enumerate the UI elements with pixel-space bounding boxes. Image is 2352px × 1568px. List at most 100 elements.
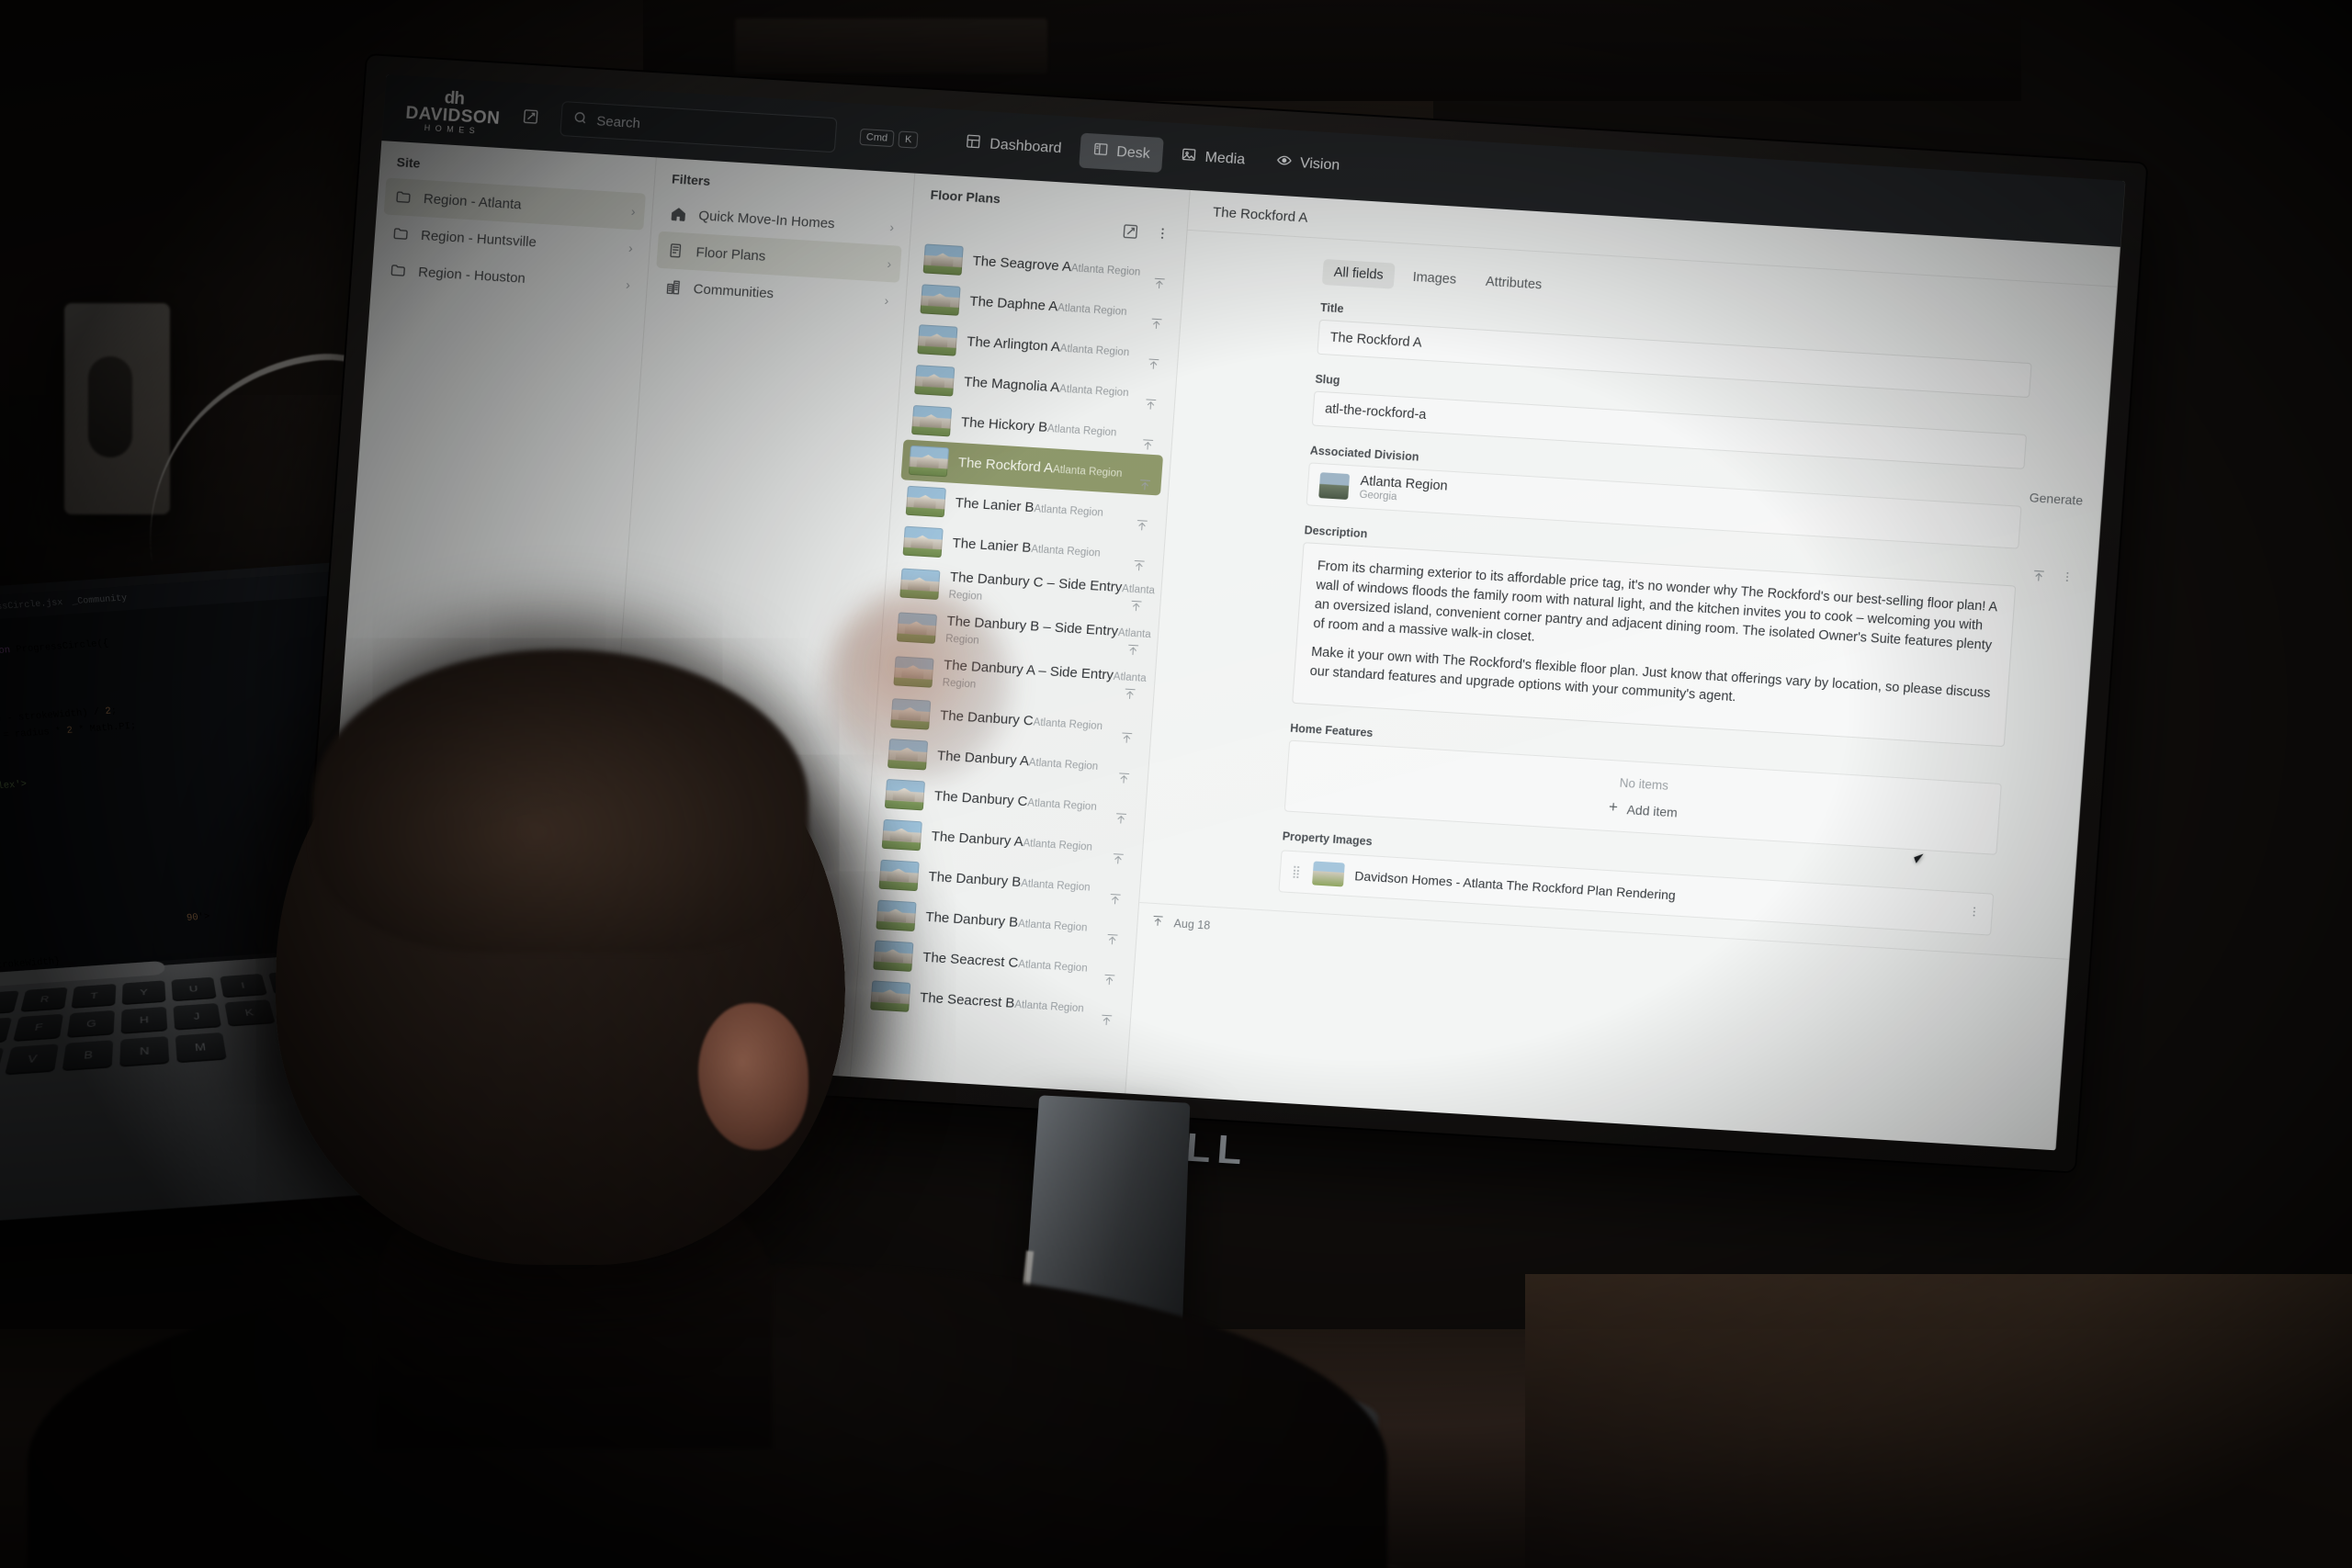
floor-plan-region: Atlanta Region [1033, 503, 1104, 519]
publish-arrow-icon[interactable] [1152, 276, 1167, 294]
speaker [64, 303, 170, 514]
publish-arrow-icon[interactable] [1135, 518, 1149, 536]
chevron-right-icon: › [630, 203, 637, 220]
property-image-thumbnail [1311, 861, 1345, 887]
floor-plan-region: Atlanta Region [1030, 544, 1102, 559]
search-input[interactable]: Search [560, 101, 838, 153]
key-g[interactable]: G [66, 1010, 115, 1038]
floor-plan-thumbnail [902, 525, 944, 558]
chevron-right-icon: › [886, 255, 892, 272]
floor-plan-name: The Daphne A [968, 293, 1058, 315]
publish-arrow-icon[interactable] [1132, 558, 1147, 576]
hair [312, 649, 808, 953]
publish-arrow-icon[interactable] [1143, 397, 1158, 414]
floor-plan-name: The Rockford A [957, 455, 1054, 477]
floor-plan-thumbnail [917, 324, 958, 356]
floor-plan-thumbnail [922, 243, 964, 276]
editor-tab[interactable]: _Community [72, 593, 128, 607]
dashboard-grid-icon [965, 133, 982, 154]
eye-icon [1275, 152, 1293, 174]
tab-label: Dashboard [989, 136, 1063, 157]
tab-vision[interactable]: Vision [1262, 144, 1354, 185]
floor-plan-thumbnail [914, 365, 956, 397]
tab-attributes[interactable]: Attributes [1474, 268, 1554, 299]
key-e[interactable]: E [0, 990, 19, 1016]
more-vertical-icon[interactable] [2060, 570, 2074, 589]
generate-button[interactable]: Generate [2029, 490, 2083, 508]
add-item-label: Add item [1626, 802, 1679, 820]
kbd-cmd: Cmd [859, 128, 895, 148]
key-r[interactable]: R [20, 987, 68, 1012]
floor-plan-name: The Arlington A [966, 333, 1061, 355]
floor-plan-thumbnail [920, 284, 961, 316]
description-field-tools [2030, 569, 2074, 589]
floor-plan-region: Atlanta Region [1046, 423, 1117, 439]
home-features-field: Home Features No items Add item [1283, 722, 2004, 856]
folder-icon [391, 225, 411, 243]
compose-icon[interactable] [1121, 223, 1139, 244]
chevron-right-icon: › [888, 220, 895, 235]
tab-dashboard[interactable]: Dashboard [952, 125, 1076, 167]
tab-desk[interactable]: Desk [1078, 132, 1164, 173]
key-c[interactable]: C [0, 1047, 5, 1079]
editor-tab[interactable]: ProgressCircle.jsx [0, 598, 63, 615]
home-icon [669, 205, 688, 222]
publish-arrow-icon[interactable] [1149, 317, 1164, 334]
more-vertical-icon[interactable] [1967, 906, 1981, 923]
floor-plan-thumbnail [910, 404, 953, 437]
key-b[interactable]: B [62, 1040, 114, 1072]
division-thumbnail [1318, 471, 1351, 500]
folder-icon [393, 188, 413, 206]
chevron-right-icon: › [884, 292, 889, 309]
desk-wood [1525, 1274, 2352, 1568]
key-d[interactable]: D [0, 1017, 13, 1046]
site-item-label: Region - Huntsville [420, 227, 537, 251]
search-placeholder: Search [595, 112, 641, 131]
key-v[interactable]: V [4, 1043, 59, 1076]
photograph-scene: PropertyCard.js ProgressCircle.jsx _Comm… [0, 0, 2352, 1568]
filter-item-label: Quick Move-In Homes [697, 207, 836, 231]
media-image-icon [1181, 146, 1198, 167]
tab-all-fields[interactable]: All fields [1321, 258, 1396, 289]
floor-plan-thumbnail [905, 485, 946, 518]
chevron-right-icon: › [628, 240, 634, 255]
collapse-icon[interactable] [2030, 569, 2046, 587]
floor-plan-region: Atlanta Region [1057, 302, 1127, 318]
plus-icon [1606, 800, 1620, 817]
chevron-right-icon: › [625, 276, 631, 292]
more-vertical-icon[interactable] [1154, 226, 1170, 245]
floor-plan-region: Atlanta Region [1058, 383, 1129, 400]
key-f[interactable]: F [13, 1013, 64, 1043]
tab-label: Vision [1299, 155, 1340, 174]
site-pane-list[interactable]: Region - Atlanta › Region - Huntsville › Reg… [371, 177, 653, 304]
site-item-label: Region - Houston [417, 264, 526, 287]
floor-plan-name: The Magnolia A [963, 374, 1060, 396]
filter-item-label: Communities [693, 280, 775, 301]
tab-media[interactable]: Media [1167, 138, 1259, 178]
desk-panels-icon [1092, 141, 1110, 162]
document-icon [666, 242, 685, 259]
description-field: Description From its charming exterior t… [1292, 525, 2069, 748]
floor-plan-name: The Hickory B [960, 414, 1048, 435]
brand-logo[interactable]: dh DAVIDSON HOMES [404, 87, 502, 137]
filters-pane-list[interactable]: Quick Move-In Homes › Floor Plans › Communit… [646, 194, 911, 320]
floor-plan-region: Atlanta Region [1059, 343, 1130, 359]
property-image-name: Davidson Homes - Atlanta The Rockford Pl… [1353, 868, 1677, 904]
publish-arrow-icon[interactable] [1137, 478, 1152, 495]
floor-plan-region: Atlanta Region [1052, 464, 1123, 479]
buildings-icon [663, 278, 683, 296]
tab-images[interactable]: Images [1401, 264, 1468, 293]
site-item-label: Region - Atlanta [423, 190, 523, 213]
key-t[interactable]: T [71, 984, 117, 1009]
nav-tabs: Dashboard Desk Media Vision [952, 125, 1354, 184]
hand-blur [827, 588, 1011, 781]
search-shortcut: Cmd K [859, 128, 920, 149]
floor-plan-region: Atlanta Region [1070, 263, 1141, 278]
floor-plan-thumbnail [908, 445, 950, 478]
floor-plan-name: The Seagrove A [972, 253, 1072, 276]
publish-arrow-icon[interactable] [1146, 356, 1160, 374]
folder-icon [389, 262, 408, 279]
publish-arrow-icon[interactable] [1140, 437, 1155, 455]
compose-icon[interactable] [518, 104, 544, 130]
search-icon [572, 110, 588, 130]
